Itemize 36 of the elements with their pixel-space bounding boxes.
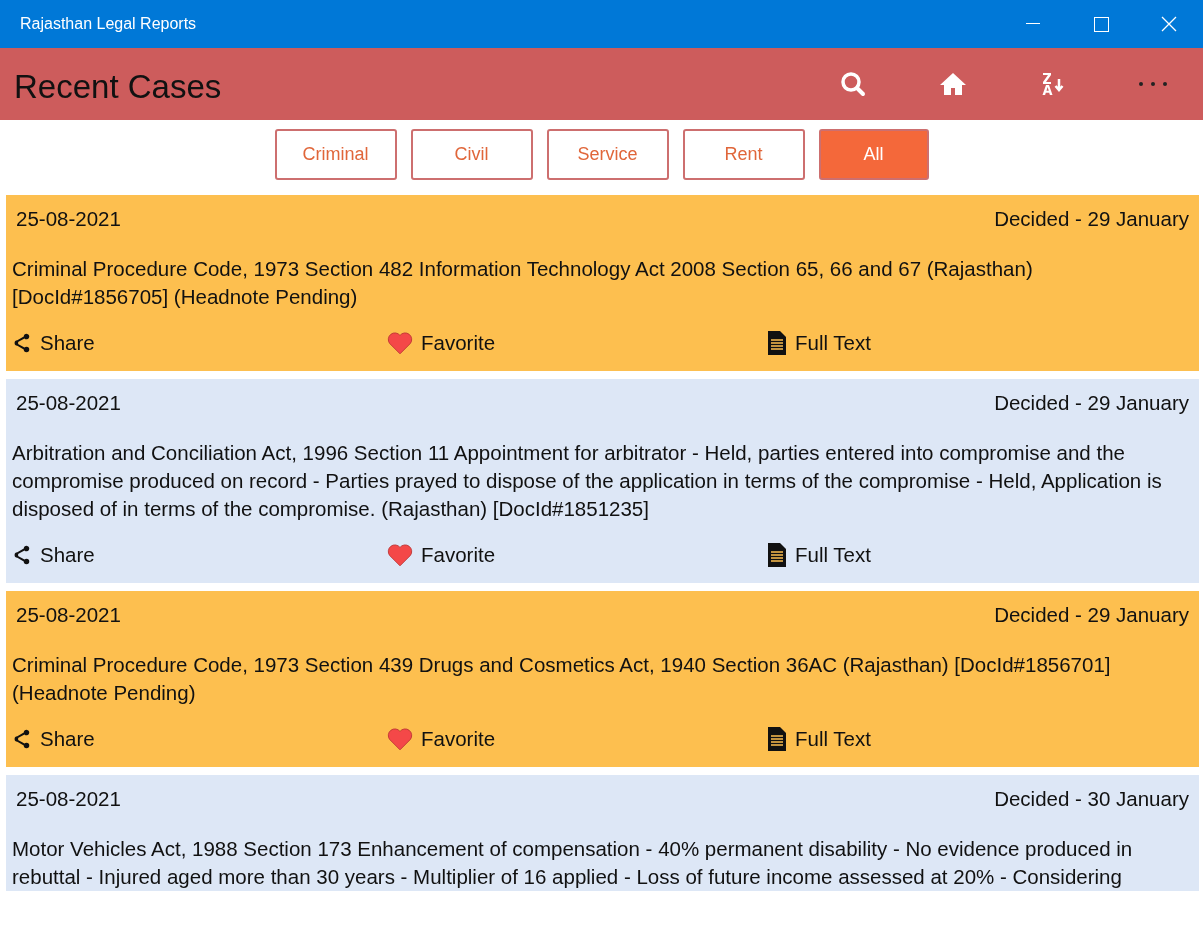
full-text-button[interactable]: Full Text bbox=[767, 727, 871, 751]
favorite-button[interactable]: Favorite bbox=[387, 727, 496, 751]
share-button[interactable]: Share bbox=[10, 727, 95, 751]
maximize-icon bbox=[1093, 16, 1109, 32]
case-summary: Arbitration and Conciliation Act, 1996 Section 11 Appointment for arbitrator - Held, parties entered into compromise and the compromise produced on record - Parties prayed to dispose of the application in terms of the compromise - Held, Application is disposed of in terms of the compromise. (Rajasthan) [DocId#1851235] bbox=[11, 440, 1163, 522]
heart-icon bbox=[387, 543, 413, 567]
close-icon bbox=[1161, 16, 1177, 32]
document-icon bbox=[767, 331, 787, 355]
full-text-button[interactable]: Full Text bbox=[767, 543, 871, 567]
favorite-button[interactable]: Favorite bbox=[387, 331, 496, 355]
decided-date: Decided - 29 January bbox=[994, 207, 1189, 232]
decided-date: Decided - 30 January bbox=[994, 787, 1189, 812]
share-button[interactable]: Share bbox=[10, 543, 95, 567]
sort-icon bbox=[1040, 71, 1066, 97]
document-icon bbox=[767, 727, 787, 751]
document-icon bbox=[767, 543, 787, 567]
page-title: Recent Cases bbox=[14, 67, 223, 106]
more-icon bbox=[1138, 81, 1168, 87]
case-date: 25-08-2021 bbox=[16, 787, 121, 812]
home-icon bbox=[939, 72, 967, 96]
favorite-button[interactable]: Favorite bbox=[387, 543, 496, 567]
decided-date: Decided - 29 January bbox=[994, 603, 1189, 628]
case-summary: Criminal Procedure Code, 1973 Section 482 Information Technology Act 2008 Section 65, 66 and 67 (Rajasthan) [DocId#1856705] (Headnote Pending) bbox=[11, 256, 1034, 310]
share-button[interactable]: Share bbox=[10, 331, 95, 355]
window-title: Rajasthan Legal Reports bbox=[20, 15, 198, 33]
heart-icon bbox=[387, 727, 413, 751]
case-date: 25-08-2021 bbox=[16, 207, 121, 232]
search-icon bbox=[840, 71, 866, 97]
heart-icon bbox=[387, 331, 413, 355]
case-date: 25-08-2021 bbox=[16, 391, 121, 416]
case-date: 25-08-2021 bbox=[16, 603, 121, 628]
decided-date: Decided - 29 January bbox=[994, 391, 1189, 416]
case-summary: Motor Vehicles Act, 1988 Section 173 Enhancement of compensation - 40% permanent disability - No evidence produced in rebuttal - Injured aged more than 30 years - Multiplier of 16 applied - Loss of future income assessed at 20% - Considering bbox=[11, 836, 1134, 890]
minimize-icon bbox=[1026, 23, 1040, 25]
full-text-button[interactable]: Full Text bbox=[767, 331, 871, 355]
case-summary: Criminal Procedure Code, 1973 Section 439 Drugs and Cosmetics Act, 1940 Section 36AC (Rajasthan) [DocId#1856701] (Headnote Pending) bbox=[11, 652, 1112, 706]
